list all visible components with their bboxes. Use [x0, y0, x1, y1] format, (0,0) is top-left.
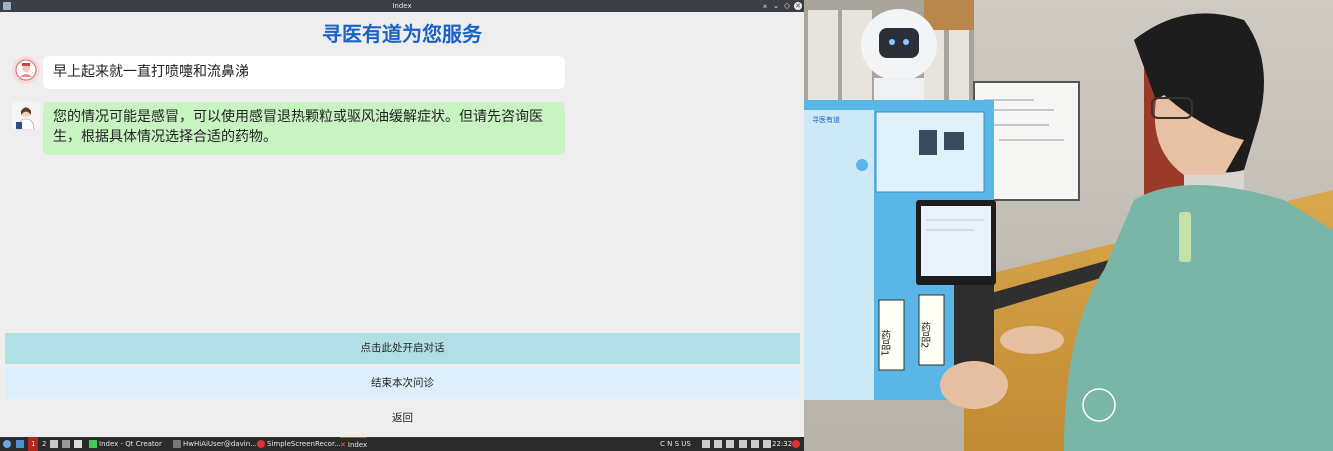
task-recorder-label: SimpleScreenRecor...: [267, 440, 341, 448]
tray-icons[interactable]: [702, 437, 773, 451]
user-message-bubble: 早上起来就一直打喷嚏和流鼻涕: [43, 56, 565, 89]
minimize-icon[interactable]: ⌄: [772, 0, 780, 12]
task-qtcreator-label: Index - Qt Creator: [99, 440, 162, 448]
locale-indicator[interactable]: C N S US: [660, 437, 691, 451]
window-titlebar[interactable]: Index ⌅ ⌄ ◇ ✕: [0, 0, 804, 12]
camera-photo: 寻医有道 药品1 药品2: [804, 0, 1333, 451]
terminal-launcher-icon[interactable]: [62, 437, 72, 451]
page-title: 寻医有道为您服务: [322, 22, 482, 46]
task-index[interactable]: ✕ Index: [340, 437, 368, 451]
task-terminal-label: HwHiAiUser@davin...: [183, 440, 257, 448]
app-window: 寻医有道为您服务 早上起来就一直打喷嚏和流鼻涕 您的情况可能是感冒，可以使用感冒…: [0, 12, 804, 437]
wifi-icon[interactable]: [714, 440, 723, 448]
start-menu-icon[interactable]: [3, 437, 13, 451]
editor-launcher-icon[interactable]: [74, 437, 84, 451]
display-icon[interactable]: [750, 440, 759, 448]
power-icon[interactable]: [792, 437, 802, 451]
close-small-icon: ✕: [340, 441, 346, 449]
close-icon[interactable]: ✕: [794, 2, 802, 10]
doctor-avatar-icon: [12, 102, 40, 130]
task-terminal[interactable]: HwHiAiUser@davin...: [173, 437, 257, 451]
maximize-icon[interactable]: ◇: [783, 0, 791, 12]
clock[interactable]: 22:32: [772, 437, 792, 451]
screenshot-root: Index ⌅ ⌄ ◇ ✕ 寻医有道为您服务 早上起来就一直打喷嚏和流鼻涕 您的…: [0, 0, 1333, 451]
chat-message-user: 早上起来就一直打喷嚏和流鼻涕: [12, 56, 565, 89]
volume-icon[interactable]: [763, 440, 772, 448]
taskbar: 1 2 Index - Qt Creator HwHiAiUser@davin.…: [0, 437, 804, 451]
task-recorder[interactable]: SimpleScreenRecor...: [257, 437, 341, 451]
keep-above-icon[interactable]: ⌅: [761, 0, 769, 12]
task-qtcreator[interactable]: Index - Qt Creator: [89, 437, 162, 451]
user-avatar-icon: [12, 56, 40, 84]
file-manager-icon[interactable]: [50, 437, 60, 451]
drawer-label-2: 药品2: [919, 322, 931, 349]
battery-icon[interactable]: [738, 440, 747, 448]
drawer-label-1: 药品1: [879, 330, 891, 357]
window-title: Index: [392, 2, 412, 10]
desktop-screen: Index ⌅ ⌄ ◇ ✕ 寻医有道为您服务 早上起来就一直打喷嚏和流鼻涕 您的…: [0, 0, 804, 451]
start-dialog-button[interactable]: 点击此处开启对话: [5, 333, 800, 364]
workspace-2[interactable]: 2: [40, 437, 48, 451]
network-icon[interactable]: [702, 440, 710, 448]
bot-message-bubble: 您的情况可能是感冒，可以使用感冒退热颗粒或驱风油缓解症状。但请先咨询医生，根据具…: [43, 102, 565, 155]
task-index-label: Index: [347, 441, 368, 449]
app-window-icon: [3, 2, 11, 10]
workspace-1[interactable]: 1: [28, 437, 39, 451]
clipboard-icon[interactable]: [726, 440, 735, 448]
back-button[interactable]: 返回: [5, 403, 800, 434]
end-consult-button[interactable]: 结束本次问诊: [5, 368, 800, 399]
show-desktop-icon[interactable]: [16, 437, 26, 451]
chat-message-bot: 您的情况可能是感冒，可以使用感冒退热颗粒或驱风油缓解症状。但请先咨询医生，根据具…: [12, 102, 565, 155]
kiosk-header-text: 寻医有道: [812, 115, 840, 124]
lab-scene-image: 寻医有道 药品1 药品2: [804, 0, 1333, 451]
